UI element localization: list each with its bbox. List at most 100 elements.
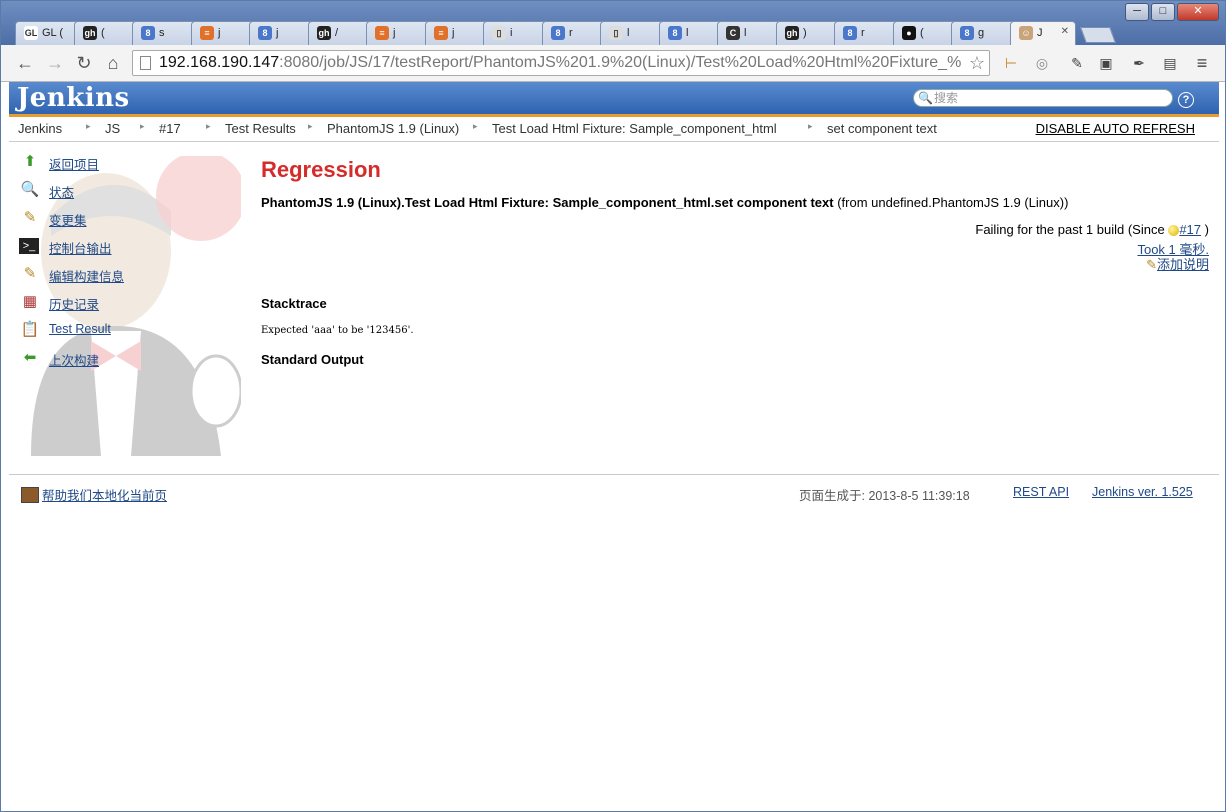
breadcrumb-case[interactable]: set component text: [827, 121, 937, 136]
notepad-icon: ✎: [1146, 257, 1157, 272]
browser-tab[interactable]: gh): [776, 21, 842, 45]
back-arrow-icon[interactable]: ←: [13, 51, 37, 75]
maximize-button[interactable]: □: [1151, 3, 1175, 21]
tab-favicon-icon: ≡: [375, 26, 389, 40]
disable-auto-refresh-link[interactable]: DISABLE AUTO REFRESH: [1036, 121, 1195, 136]
close-window-button[interactable]: ✕: [1177, 3, 1219, 21]
browser-tab[interactable]: ≡ j: [366, 21, 432, 45]
browser-tab[interactable]: 8s: [132, 21, 198, 45]
task-label[interactable]: 编辑构建信息: [49, 266, 124, 285]
browser-tab[interactable]: gh /: [308, 21, 374, 45]
browser-tab[interactable]: 8g: [951, 21, 1017, 45]
stacktrace-text: Expected 'aaa' to be '123456'.: [261, 325, 414, 336]
minimize-button[interactable]: ─: [1125, 3, 1149, 21]
extension-ruler-icon[interactable]: ⊢: [1001, 53, 1021, 73]
page-title: Regression: [261, 157, 381, 182]
failing-prefix: Failing for the past 1 build (Since: [975, 222, 1165, 237]
browser-tab[interactable]: ☺ J ✕: [1010, 21, 1076, 46]
notepad-icon: ✎: [23, 265, 37, 282]
tab-title: l: [627, 27, 630, 39]
breadcrumb-separator-icon: ▸: [86, 121, 91, 131]
browser-tab[interactable]: ▯ i: [483, 21, 549, 45]
tab-title: j: [452, 27, 455, 39]
task-label[interactable]: Test Result: [49, 322, 111, 336]
extension-window-icon[interactable]: ▣: [1096, 53, 1116, 73]
breadcrumb-suite[interactable]: PhantomJS 1.9 (Linux): [327, 121, 459, 136]
browser-tab[interactable]: gh (: [74, 21, 140, 45]
tab-title: i: [510, 27, 513, 39]
breadcrumb-build[interactable]: #17: [159, 121, 181, 136]
bookmark-star-icon[interactable]: ☆: [969, 51, 985, 75]
browser-tab[interactable]: ≡ j: [191, 21, 257, 45]
localize-icon: [21, 486, 39, 503]
tab-favicon-icon: 8: [551, 26, 565, 40]
browser-tab[interactable]: Cl: [717, 21, 783, 45]
jenkins-logo[interactable]: Jenkins: [17, 83, 130, 113]
tab-title: ): [803, 27, 807, 39]
task-label[interactable]: 控制台输出: [49, 238, 112, 257]
task-label[interactable]: 变更集: [49, 210, 87, 229]
tab-favicon-icon: 8: [668, 26, 682, 40]
jenkins-version-link[interactable]: Jenkins ver. 1.525: [1092, 485, 1193, 499]
new-tab-button[interactable]: [1080, 27, 1116, 43]
tab-close-icon[interactable]: ✕: [1061, 26, 1069, 37]
browser-tab[interactable]: 8r: [542, 21, 608, 45]
task-label[interactable]: 上次构建: [49, 350, 99, 369]
address-bar[interactable]: 192.168.190.147:8080/job/JS/17/testRepor…: [132, 50, 990, 76]
up-arrow-icon: ⬆: [23, 153, 37, 170]
test-name-line: PhantomJS 1.9 (Linux).Test Load Html Fix…: [261, 195, 1068, 210]
breadcrumb-separator-icon: ▸: [308, 121, 313, 131]
localize-link[interactable]: 帮助我们本地化当前页: [21, 485, 167, 504]
browser-tab[interactable]: 8r: [834, 21, 900, 45]
home-icon[interactable]: ⌂: [101, 51, 125, 75]
page-icon: [140, 56, 151, 70]
breadcrumb-class[interactable]: Test Load Html Fixture: Sample_component…: [492, 121, 777, 136]
localize-label[interactable]: 帮助我们本地化当前页: [42, 489, 167, 503]
search-input[interactable]: 🔍 搜索: [913, 89, 1173, 107]
failing-build-link[interactable]: #17: [1179, 222, 1201, 237]
add-description-label[interactable]: 添加说明: [1157, 257, 1209, 272]
browser-tab[interactable]: 8j: [249, 21, 315, 45]
task-label[interactable]: 历史记录: [49, 294, 99, 313]
tab-favicon-icon: ☺: [1019, 26, 1033, 40]
add-description-link[interactable]: ✎添加说明: [1146, 254, 1209, 273]
browser-tab[interactable]: ●(: [893, 21, 959, 45]
breadcrumb-job[interactable]: JS: [105, 121, 120, 136]
browser-tab[interactable]: ≡ j: [425, 21, 491, 45]
tab-title: GL (: [42, 27, 63, 39]
tab-title: j: [393, 27, 396, 39]
jenkins-header: Jenkins 🔍 搜索 ?: [9, 82, 1219, 114]
tab-title: J: [1037, 27, 1043, 39]
task-label[interactable]: 返回项目: [49, 154, 99, 173]
breadcrumb-test-results[interactable]: Test Results: [225, 121, 296, 136]
browser-toolbar: ← → ↻ ⌂ 192.168.190.147:8080/job/JS/17/t…: [1, 45, 1225, 82]
help-icon[interactable]: ?: [1178, 92, 1194, 108]
browser-tab[interactable]: 8l: [659, 21, 725, 45]
tab-favicon-icon: GL: [24, 26, 38, 40]
tab-title: /: [335, 27, 339, 39]
task-label[interactable]: 状态: [49, 182, 74, 201]
tab-favicon-icon: gh: [317, 26, 331, 40]
extension-sync-icon[interactable]: ◎: [1032, 53, 1052, 73]
footer-divider: [9, 474, 1219, 475]
extension-puzzle-icon[interactable]: ▤: [1160, 53, 1180, 73]
extension-pen-icon[interactable]: ✒: [1129, 53, 1149, 73]
breadcrumb-separator-icon: ▸: [206, 121, 211, 131]
tab-favicon-icon: ▯: [492, 26, 506, 40]
extension-eyedropper-icon[interactable]: ✎: [1067, 53, 1087, 73]
breadcrumb-jenkins[interactable]: Jenkins: [18, 121, 62, 136]
browser-tab[interactable]: GL GL (: [15, 21, 81, 45]
browser-tab[interactable]: ▯ l: [600, 21, 666, 45]
tab-favicon-icon: ●: [902, 26, 916, 40]
forward-arrow-icon[interactable]: →: [43, 51, 67, 75]
tab-favicon-icon: ▯: [609, 26, 623, 40]
reload-icon[interactable]: ↻: [72, 51, 96, 75]
tab-favicon-icon: 8: [843, 26, 857, 40]
rest-api-link[interactable]: REST API: [1013, 485, 1069, 499]
menu-icon[interactable]: ≡: [1192, 53, 1212, 73]
breadcrumb-separator-icon: ▸: [473, 121, 478, 131]
magnifier-icon: 🔍: [20, 181, 40, 198]
test-name: PhantomJS 1.9 (Linux).Test Load Html Fix…: [261, 195, 834, 210]
left-arrow-icon: ⬅: [23, 349, 37, 366]
window-controls: ─ □ ✕: [1125, 3, 1219, 21]
